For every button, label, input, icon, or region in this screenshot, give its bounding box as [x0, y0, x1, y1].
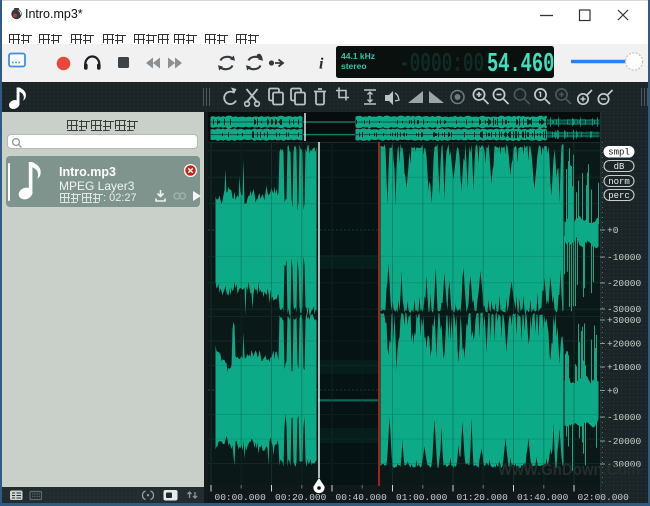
- svg-text:01:00.000: 01:00.000: [396, 492, 448, 503]
- svg-text:-10000: -10000: [607, 252, 642, 263]
- svg-text:-30000: -30000: [607, 304, 642, 315]
- svg-text:perc: perc: [608, 191, 630, 201]
- svg-text:00:00.000: 00:00.000: [215, 492, 267, 503]
- svg-text:44.1 kHz: 44.1 kHz: [341, 51, 375, 61]
- svg-text:+20000: +20000: [607, 339, 642, 350]
- svg-text:smpl: smpl: [608, 148, 630, 158]
- svg-text:stereo: stereo: [341, 61, 367, 71]
- svg-text:+10000: +10000: [607, 362, 642, 373]
- svg-text:norm: norm: [608, 177, 630, 187]
- svg-text:-20000: -20000: [607, 436, 642, 447]
- svg-text:-10000: -10000: [607, 412, 642, 423]
- svg-text:-0000:00: -0000:00: [399, 49, 484, 78]
- svg-text:01:20.000: 01:20.000: [457, 492, 509, 503]
- svg-text:+30000: +30000: [607, 315, 642, 326]
- svg-text:02:00.000: 02:00.000: [578, 492, 630, 503]
- svg-text:+0: +0: [607, 386, 619, 397]
- svg-text:54.460: 54.460: [487, 49, 554, 78]
- svg-text:+0: +0: [607, 225, 619, 236]
- svg-text:01:40.000: 01:40.000: [517, 492, 569, 503]
- svg-text:-20000: -20000: [607, 278, 642, 289]
- svg-text:00:20.000: 00:20.000: [275, 492, 327, 503]
- svg-text:WwW.GnDown.Com: WwW.GnDown.Com: [498, 460, 640, 479]
- svg-text:i: i: [319, 56, 324, 73]
- svg-text:00:40.000: 00:40.000: [336, 492, 388, 503]
- svg-text:dB: dB: [614, 162, 625, 172]
